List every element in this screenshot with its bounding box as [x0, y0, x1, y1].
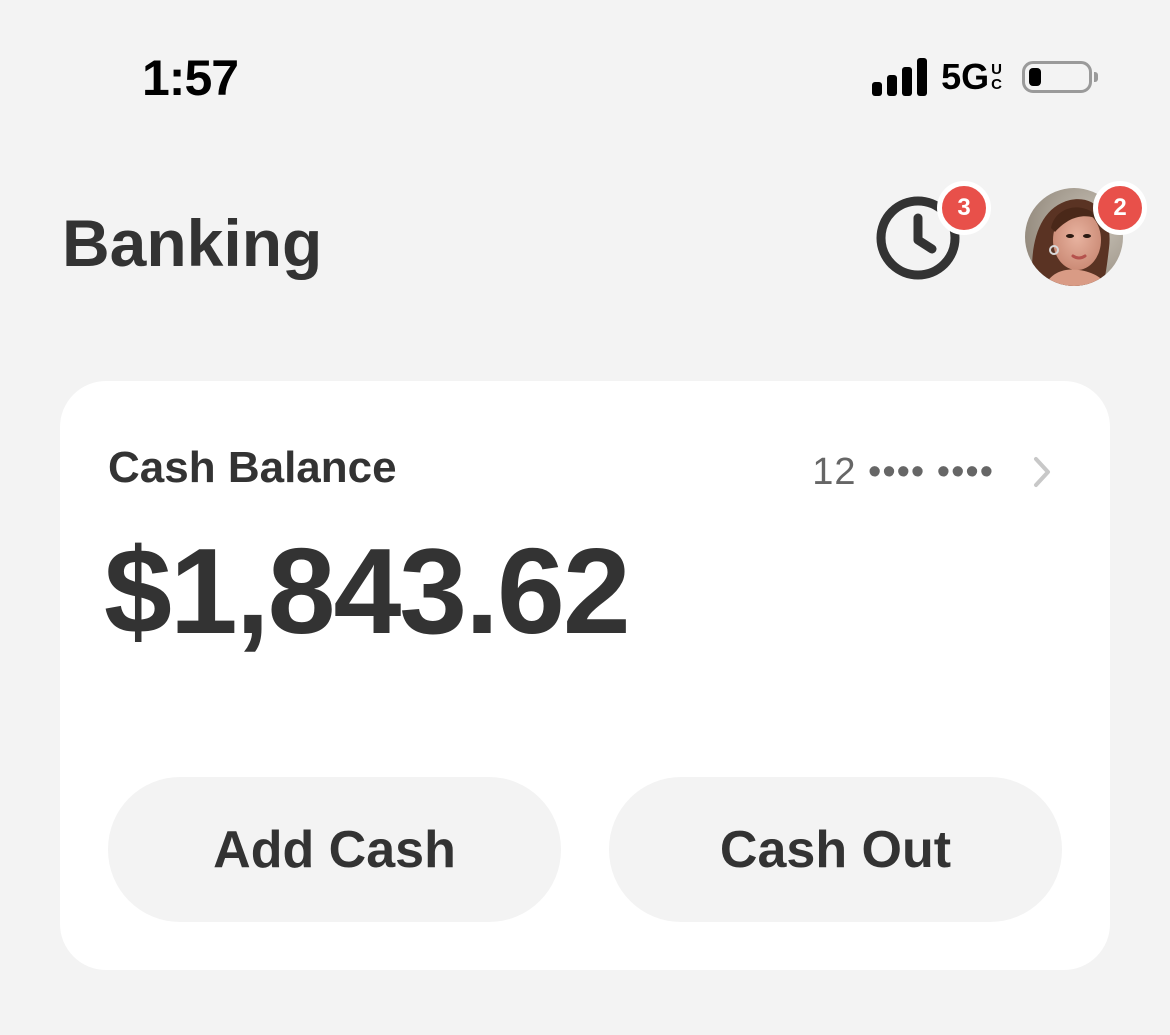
- battery-icon: [1022, 61, 1098, 93]
- cash-balance-card: Cash Balance 12 •••• •••• $1,843.62 Add …: [60, 381, 1110, 970]
- profile-badge: 2: [1093, 181, 1147, 235]
- battery-level: [1029, 68, 1041, 86]
- status-time: 1:57: [142, 50, 239, 106]
- cash-balance-label: Cash Balance: [108, 443, 397, 492]
- page-title: Banking: [62, 206, 323, 280]
- status-indicators: 5G U C: [872, 56, 1098, 98]
- profile-button[interactable]: 2: [1025, 181, 1147, 286]
- add-cash-button[interactable]: Add Cash: [108, 777, 561, 922]
- chevron-right-icon: [1034, 457, 1050, 487]
- account-details-link[interactable]: 12 •••• ••••: [812, 447, 1052, 497]
- account-number: 12 •••• ••••: [812, 451, 994, 493]
- network-indicator: 5G U C: [941, 57, 1002, 97]
- network-suffix: U C: [991, 61, 1002, 93]
- balance-amount: $1,843.62: [104, 523, 631, 659]
- cash-out-button[interactable]: Cash Out: [609, 777, 1062, 922]
- activity-button[interactable]: 3: [870, 181, 991, 286]
- activity-badge: 3: [937, 181, 991, 235]
- network-label: 5G: [941, 56, 990, 97]
- signal-icon: [872, 58, 928, 96]
